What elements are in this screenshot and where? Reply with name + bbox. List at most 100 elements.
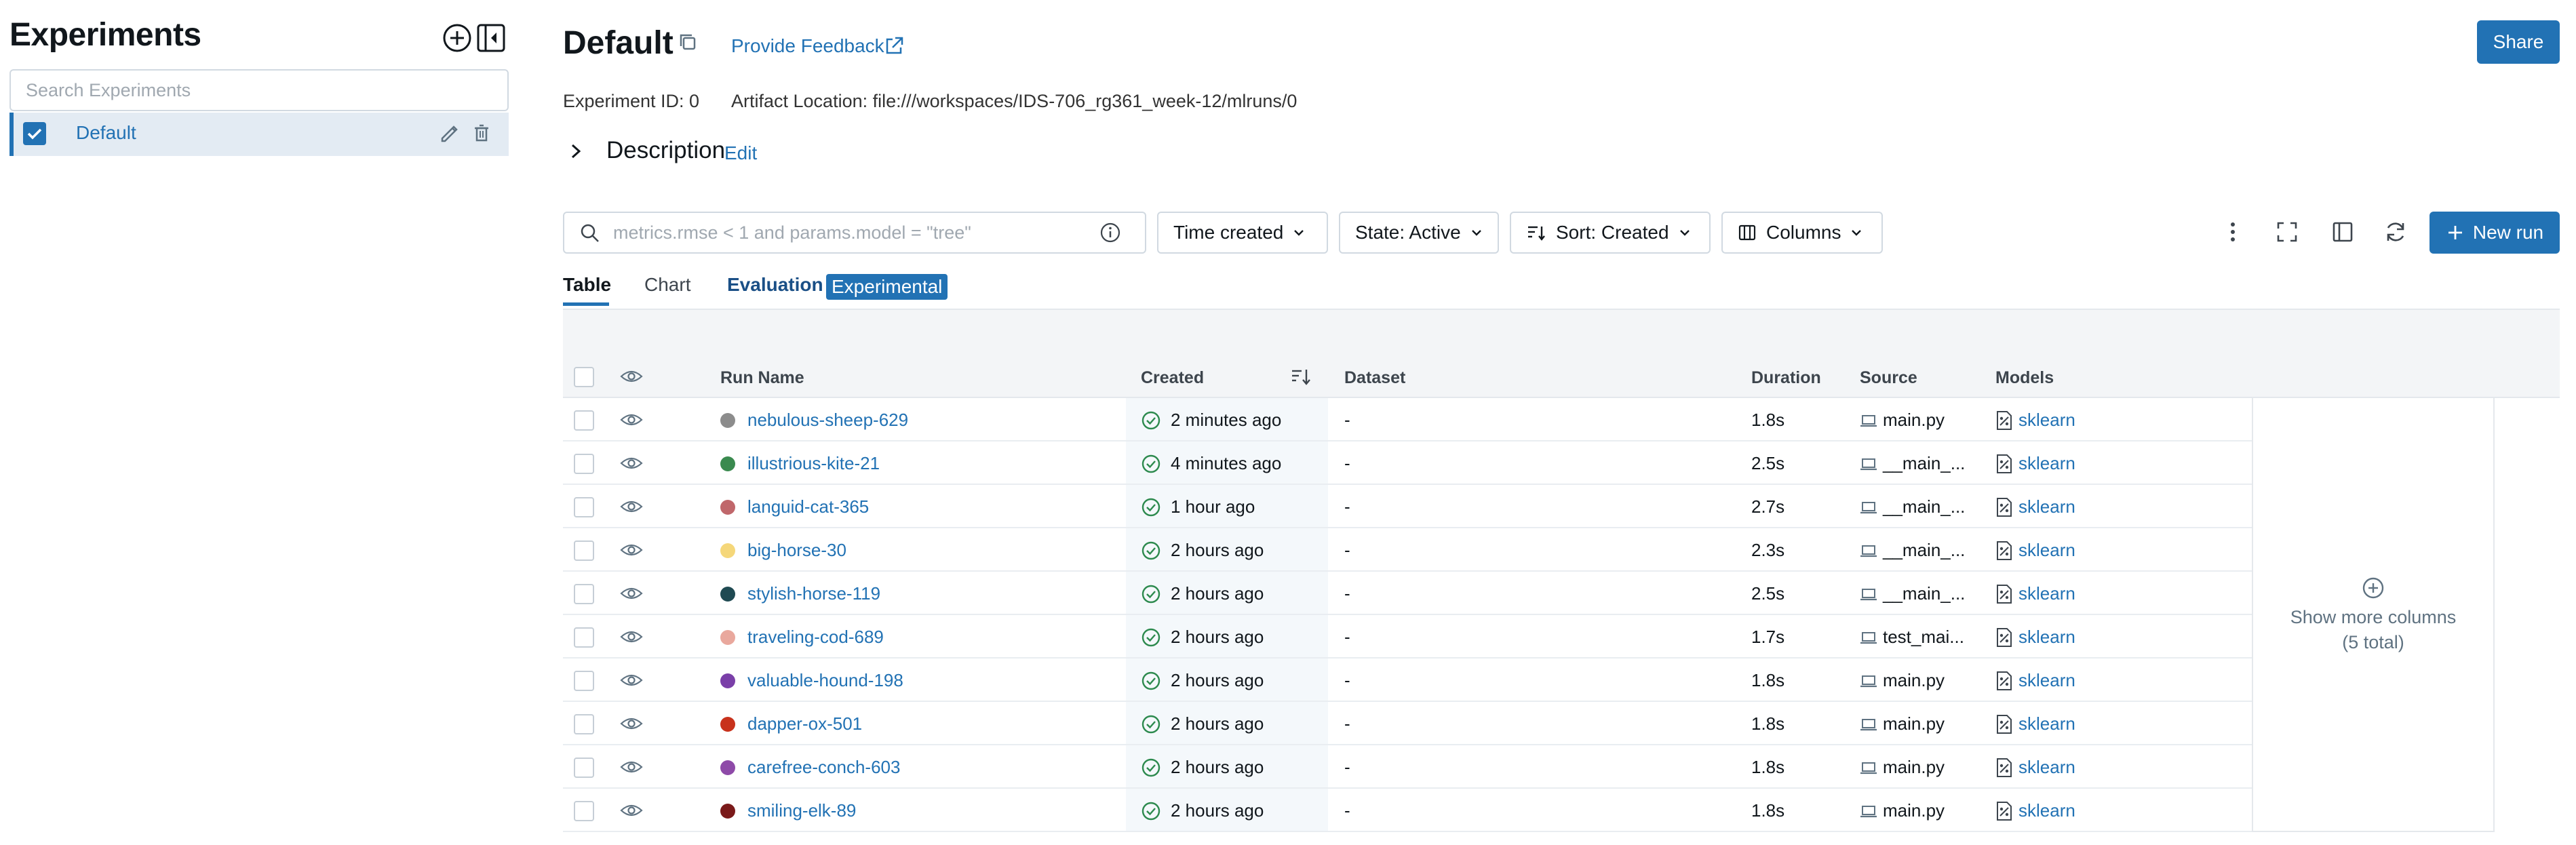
run-search-input[interactable] xyxy=(612,218,1087,247)
show-more-columns-button[interactable]: Show more columns (5 total) xyxy=(2252,398,2495,832)
row-checkbox[interactable] xyxy=(574,454,594,474)
source-value[interactable]: main.py xyxy=(1883,800,1945,821)
run-name-link[interactable]: big-horse-30 xyxy=(747,540,846,561)
select-all-checkbox[interactable] xyxy=(574,367,594,387)
source-value[interactable]: main.py xyxy=(1883,757,1945,778)
external-link-icon[interactable] xyxy=(883,35,905,57)
add-experiment-button[interactable] xyxy=(442,23,472,53)
collapse-sidebar-button[interactable] xyxy=(476,23,506,53)
model-link[interactable]: sklearn xyxy=(2018,757,2075,778)
header-models[interactable]: Models xyxy=(1995,368,2054,388)
copy-icon[interactable] xyxy=(677,31,699,53)
run-name-link[interactable]: carefree-conch-603 xyxy=(747,757,900,778)
table-row[interactable]: stylish-horse-119 2 hours ago - 2.5s __main_… xyxy=(563,572,2252,615)
row-checkbox[interactable] xyxy=(574,671,594,691)
columns-dropdown[interactable]: Columns xyxy=(1721,212,1883,254)
table-row[interactable]: smiling-elk-89 2 hours ago - 1.8s main.py skl… xyxy=(563,789,2252,832)
header-run-name[interactable]: Run Name xyxy=(720,368,804,388)
table-row[interactable]: dapper-ox-501 2 hours ago - 1.8s main.py skle… xyxy=(563,702,2252,745)
description-edit-link[interactable]: Edit xyxy=(724,142,757,164)
run-name-link[interactable]: stylish-horse-119 xyxy=(747,583,880,604)
source-value[interactable]: main.py xyxy=(1883,713,1945,734)
run-name-link[interactable]: nebulous-sheep-629 xyxy=(747,410,908,431)
refresh-icon[interactable] xyxy=(2382,218,2409,245)
row-checkbox[interactable] xyxy=(574,714,594,734)
laptop-icon xyxy=(1860,806,1877,818)
delete-experiment-button[interactable] xyxy=(472,123,491,142)
new-run-button[interactable]: New run xyxy=(2429,212,2560,254)
source-value[interactable]: __main_... xyxy=(1883,453,1965,474)
run-search-box[interactable] xyxy=(563,212,1146,254)
source-value[interactable]: __main_... xyxy=(1883,496,1965,517)
fullscreen-icon[interactable] xyxy=(2273,218,2301,245)
provide-feedback-link[interactable]: Provide Feedback xyxy=(731,35,884,57)
table-row[interactable]: big-horse-30 2 hours ago - 2.3s __main_... sk… xyxy=(563,528,2252,572)
row-checkbox[interactable] xyxy=(574,497,594,517)
sidebar-item-default[interactable]: Default xyxy=(9,113,509,156)
model-link[interactable]: sklearn xyxy=(2018,627,2075,648)
source-value[interactable]: __main_... xyxy=(1883,583,1965,604)
source-value[interactable]: main.py xyxy=(1883,410,1945,431)
eye-icon[interactable] xyxy=(620,497,643,516)
table-row[interactable]: nebulous-sheep-629 2 minutes ago - 1.8s main… xyxy=(563,398,2252,441)
sort-dropdown[interactable]: Sort: Created xyxy=(1510,212,1711,254)
table-row[interactable]: languid-cat-365 1 hour ago - 2.7s __main_...… xyxy=(563,485,2252,528)
edit-experiment-button[interactable] xyxy=(438,121,461,144)
model-link[interactable]: sklearn xyxy=(2018,670,2075,691)
table-row[interactable]: valuable-hound-198 2 hours ago - 1.8s main.p… xyxy=(563,659,2252,702)
model-link[interactable]: sklearn xyxy=(2018,583,2075,604)
row-checkbox[interactable] xyxy=(574,410,594,431)
row-checkbox[interactable] xyxy=(574,541,594,561)
eye-icon[interactable] xyxy=(620,627,643,646)
model-link[interactable]: sklearn xyxy=(2018,800,2075,821)
table-row[interactable]: traveling-cod-689 2 hours ago - 1.7s test_ma… xyxy=(563,615,2252,659)
header-source[interactable]: Source xyxy=(1860,368,1917,388)
row-checkbox[interactable] xyxy=(574,584,594,604)
eye-icon[interactable] xyxy=(620,671,643,690)
share-button[interactable]: Share xyxy=(2477,20,2560,64)
source-value[interactable]: __main_... xyxy=(1883,540,1965,561)
eye-icon[interactable] xyxy=(620,367,643,386)
plus-circle-icon xyxy=(443,24,471,52)
time-created-dropdown[interactable]: Time created xyxy=(1157,212,1328,254)
more-options-icon[interactable] xyxy=(2219,218,2246,245)
run-name-link[interactable]: valuable-hound-198 xyxy=(747,670,903,691)
eye-icon[interactable] xyxy=(620,714,643,733)
search-experiments-input[interactable] xyxy=(9,69,509,111)
eye-icon[interactable] xyxy=(620,584,643,603)
header-duration[interactable]: Duration xyxy=(1751,368,1821,388)
duration-value: 2.5s xyxy=(1751,583,1785,604)
run-name-link[interactable]: smiling-elk-89 xyxy=(747,800,856,821)
chevron-right-icon[interactable] xyxy=(566,141,586,161)
eye-icon[interactable] xyxy=(620,541,643,559)
model-link[interactable]: sklearn xyxy=(2018,453,2075,474)
eye-icon[interactable] xyxy=(620,801,643,820)
info-icon[interactable] xyxy=(1099,221,1122,244)
tab-table[interactable]: Table xyxy=(563,274,611,296)
experiment-checkbox[interactable] xyxy=(23,122,46,145)
dataset-value: - xyxy=(1344,800,1350,821)
model-link[interactable]: sklearn xyxy=(2018,410,2075,431)
header-dataset[interactable]: Dataset xyxy=(1344,368,1405,388)
model-link[interactable]: sklearn xyxy=(2018,540,2075,561)
row-checkbox[interactable] xyxy=(574,801,594,821)
eye-icon[interactable] xyxy=(620,410,643,429)
run-name-link[interactable]: languid-cat-365 xyxy=(747,496,869,517)
tab-chart[interactable]: Chart xyxy=(644,274,690,296)
run-name-link[interactable]: dapper-ox-501 xyxy=(747,713,862,734)
row-checkbox[interactable] xyxy=(574,627,594,648)
state-dropdown[interactable]: State: Active xyxy=(1339,212,1499,254)
source-value[interactable]: main.py xyxy=(1883,670,1945,691)
row-checkbox[interactable] xyxy=(574,758,594,778)
eye-icon[interactable] xyxy=(620,454,643,473)
eye-icon[interactable] xyxy=(620,758,643,777)
table-row[interactable]: illustrious-kite-21 4 minutes ago - 2.5s __m… xyxy=(563,441,2252,485)
tab-evaluation[interactable]: Evaluation xyxy=(727,274,823,296)
source-value[interactable]: test_mai... xyxy=(1883,627,1964,648)
run-name-link[interactable]: illustrious-kite-21 xyxy=(747,453,880,474)
table-row[interactable]: carefree-conch-603 2 hours ago - 1.8s main.p… xyxy=(563,745,2252,789)
model-link[interactable]: sklearn xyxy=(2018,496,2075,517)
run-name-link[interactable]: traveling-cod-689 xyxy=(747,627,884,648)
model-link[interactable]: sklearn xyxy=(2018,713,2075,734)
side-panel-icon[interactable] xyxy=(2329,218,2356,245)
